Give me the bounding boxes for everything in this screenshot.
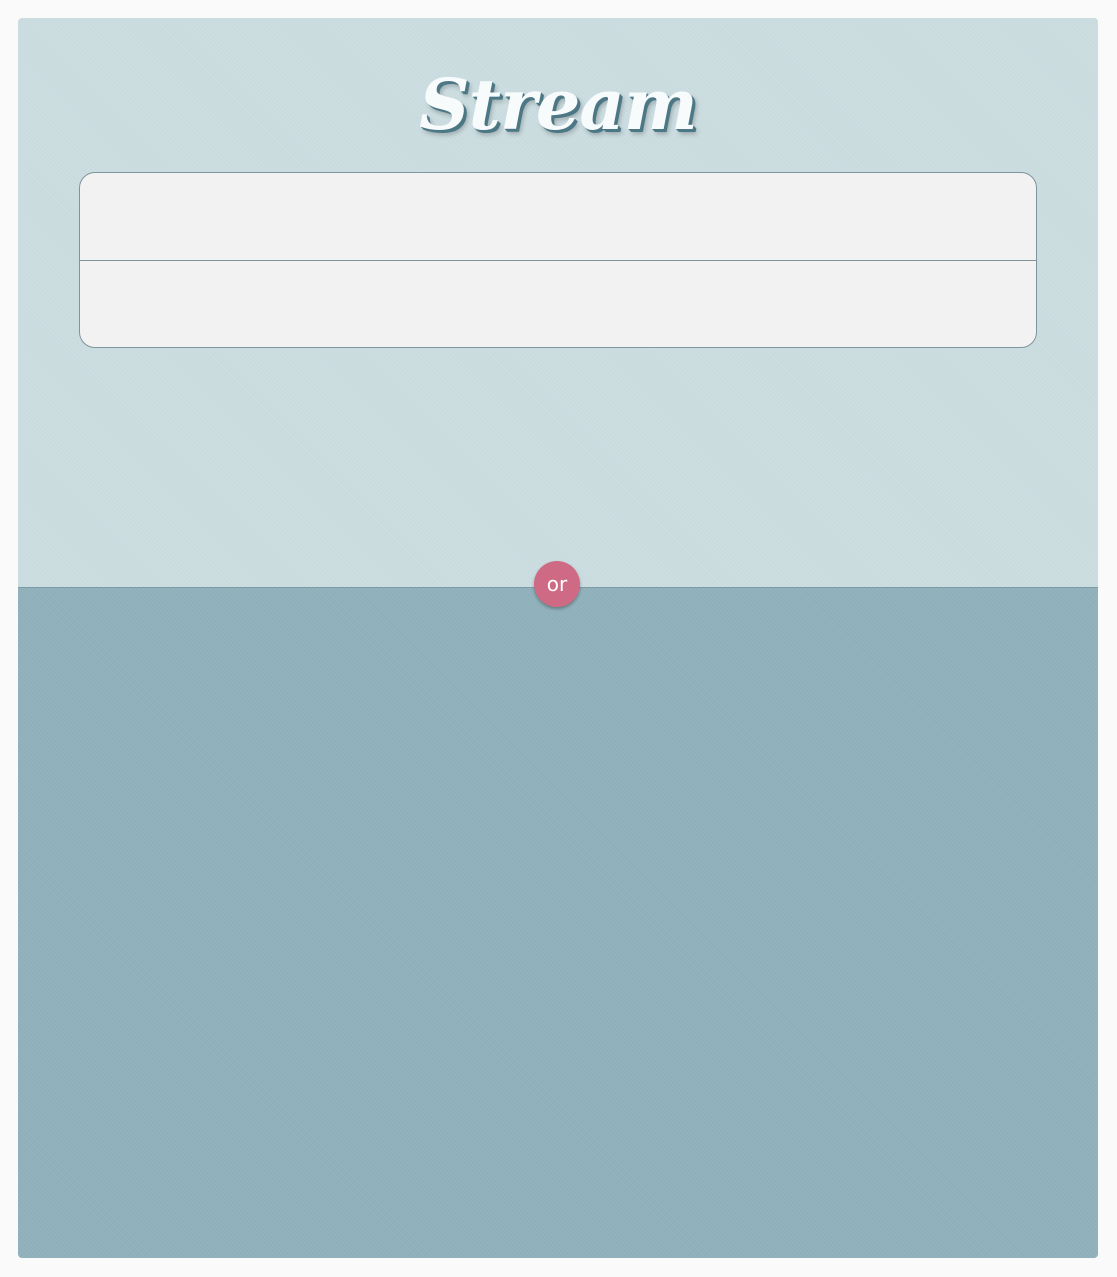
login-fields bbox=[79, 172, 1037, 348]
alternative-panel bbox=[18, 587, 1098, 1258]
username-input[interactable] bbox=[80, 173, 1036, 260]
login-panel: Stream bbox=[18, 18, 1098, 587]
login-card: Stream or bbox=[18, 18, 1098, 1258]
app-logo: Stream bbox=[419, 63, 698, 146]
password-input[interactable] bbox=[80, 261, 1036, 347]
or-badge: or bbox=[534, 561, 580, 607]
